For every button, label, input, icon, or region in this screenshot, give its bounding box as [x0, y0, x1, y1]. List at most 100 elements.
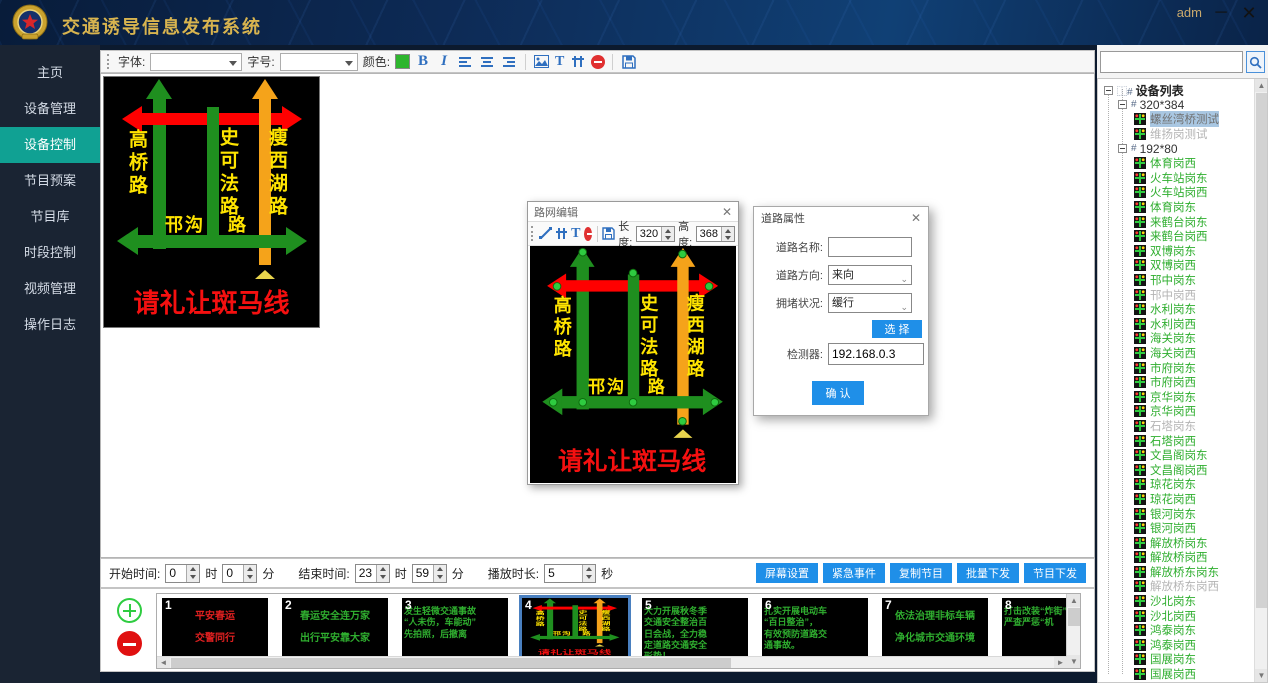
save-network-button[interactable]: [602, 225, 615, 242]
delete-button[interactable]: [591, 55, 605, 69]
spin-down-icon[interactable]: [434, 573, 446, 582]
device-item-双博岗东[interactable]: 双博岗东: [1098, 244, 1254, 259]
spin-down-icon[interactable]: [377, 573, 389, 582]
road-name-input[interactable]: [828, 237, 912, 257]
device-item-来鹤台岗西[interactable]: 来鹤台岗西: [1098, 229, 1254, 244]
device-tree-root[interactable]: ⿰#设备列表: [1098, 83, 1254, 98]
start-hour-spinner[interactable]: 0: [165, 564, 200, 583]
scrollbar-thumb[interactable]: [1068, 608, 1080, 626]
device-item-来鹤台岗东[interactable]: 来鹤台岗东: [1098, 214, 1254, 229]
device-item-石塔岗西[interactable]: 石塔岗西: [1098, 433, 1254, 448]
device-item-体育岗西[interactable]: 体育岗西: [1098, 156, 1254, 171]
sign-preview-panel[interactable]: 高桥路 史可法路 瘦西湖路 邗沟 路 请礼让斑马线: [103, 76, 320, 328]
end-hour-spinner[interactable]: 23: [355, 564, 390, 583]
edit-handle[interactable]: [678, 417, 687, 426]
collapse-icon[interactable]: [1118, 100, 1127, 109]
scroll-down-icon[interactable]: ▼: [1255, 669, 1268, 682]
edit-handle[interactable]: [629, 398, 638, 407]
bold-button[interactable]: B: [415, 53, 431, 70]
edit-handle[interactable]: [553, 282, 562, 291]
device-item-水利岗西[interactable]: 水利岗西: [1098, 317, 1254, 332]
device-item-市府岗东[interactable]: 市府岗东: [1098, 360, 1254, 375]
device-item-解放桥岗西[interactable]: 解放桥岗西: [1098, 550, 1254, 565]
device-search-input[interactable]: [1100, 51, 1243, 73]
spin-down-icon[interactable]: [244, 573, 256, 582]
editor-canvas[interactable]: 高桥路 史可法路 瘦西湖路 邗沟 路 请礼让斑马线: [530, 246, 736, 483]
dialog-title-bar[interactable]: 道路属性 ✕: [754, 207, 928, 229]
road-network-button[interactable]: [569, 53, 586, 70]
device-item-海关岗西[interactable]: 海关岗西: [1098, 346, 1254, 361]
spin-up-icon[interactable]: [662, 227, 674, 234]
scroll-right-icon[interactable]: ►: [1054, 657, 1067, 669]
action-button-复制节目[interactable]: 复制节目: [890, 563, 952, 583]
device-item-水利岗东[interactable]: 水利岗东: [1098, 302, 1254, 317]
select-detector-button[interactable]: 选 择: [872, 320, 922, 338]
spin-down-icon[interactable]: [187, 573, 199, 582]
road-direction-select[interactable]: 来向 ⌄: [828, 265, 912, 285]
device-item-邗中岗西[interactable]: 邗中岗西: [1098, 287, 1254, 302]
close-button[interactable]: ✕: [1238, 2, 1260, 24]
playlist-item-6[interactable]: 6扎实开展电动车“百日整治”，有效预防道路交通事故。: [762, 598, 868, 658]
italic-button[interactable]: I: [436, 53, 452, 70]
duration-spinner[interactable]: 5: [544, 564, 596, 583]
action-button-紧急事件[interactable]: 紧急事件: [823, 563, 885, 583]
spin-up-icon[interactable]: [244, 565, 256, 574]
spin-down-icon[interactable]: [722, 234, 734, 241]
save-button[interactable]: [620, 53, 637, 70]
device-item-解放桥东岗东[interactable]: 解放桥东岗东: [1098, 565, 1254, 580]
playlist-item-2[interactable]: 2春运安全连万家出行平安靠大家: [282, 598, 388, 658]
device-item-海关岗东[interactable]: 海关岗东: [1098, 331, 1254, 346]
device-item-京华岗东[interactable]: 京华岗东: [1098, 389, 1254, 404]
playlist-horizontal-scrollbar[interactable]: ◄ ►: [157, 656, 1067, 668]
sidebar-item-视频管理[interactable]: 视频管理: [0, 271, 100, 307]
device-item-国展岗东[interactable]: 国展岗东: [1098, 652, 1254, 667]
insert-text-button[interactable]: T: [555, 54, 564, 70]
device-item-银河岗东[interactable]: 银河岗东: [1098, 506, 1254, 521]
action-button-节目下发[interactable]: 节目下发: [1024, 563, 1086, 583]
scroll-up-icon[interactable]: ▲: [1255, 79, 1268, 92]
start-minute-spinner[interactable]: 0: [222, 564, 257, 583]
device-item-银河岗西[interactable]: 银河岗西: [1098, 521, 1254, 536]
confirm-button[interactable]: 确 认: [812, 381, 864, 405]
editor-close-icon[interactable]: ✕: [722, 205, 732, 219]
font-select[interactable]: [150, 53, 242, 71]
device-item-火车站岗东[interactable]: 火车站岗东: [1098, 171, 1254, 186]
delete-element-button[interactable]: [584, 227, 592, 241]
draw-road-button[interactable]: [555, 225, 568, 242]
tree-scrollbar[interactable]: ▲ ▼: [1254, 79, 1267, 682]
edit-handle[interactable]: [678, 250, 687, 259]
edit-handle[interactable]: [705, 282, 714, 291]
device-item-火车站岗西[interactable]: 火车站岗西: [1098, 185, 1254, 200]
device-group-320*384[interactable]: #320*384: [1098, 98, 1254, 113]
device-item-京华岗西[interactable]: 京华岗西: [1098, 404, 1254, 419]
spin-up-icon[interactable]: [722, 227, 734, 234]
device-item-鸿泰岗东[interactable]: 鸿泰岗东: [1098, 623, 1254, 638]
toolbar-grip[interactable]: [531, 226, 534, 241]
spin-up-icon[interactable]: [187, 565, 199, 574]
playlist-vertical-scrollbar[interactable]: ▲ ▼: [1066, 594, 1080, 668]
sidebar-item-设备控制[interactable]: 设备控制: [0, 127, 100, 163]
playlist-item-5[interactable]: 5大力开展秋冬季交通安全整治百日会战，全力稳定道路交通安全形势！: [642, 598, 748, 658]
add-text-button[interactable]: T: [571, 226, 580, 242]
device-item-解放桥岗东[interactable]: 解放桥岗东: [1098, 535, 1254, 550]
collapse-icon[interactable]: [1104, 86, 1113, 95]
sidebar-item-操作日志[interactable]: 操作日志: [0, 307, 100, 343]
device-item-螺丝湾桥测试[interactable]: 螺丝湾桥测试: [1098, 112, 1254, 127]
sidebar-item-节目库[interactable]: 节目库: [0, 199, 100, 235]
sidebar-item-主页[interactable]: 主页: [0, 55, 100, 91]
sidebar-item-时段控制[interactable]: 时段控制: [0, 235, 100, 271]
scroll-up-icon[interactable]: ▲: [1067, 594, 1081, 607]
insert-image-button[interactable]: [533, 53, 550, 70]
spin-up-icon[interactable]: [583, 565, 595, 574]
spin-down-icon[interactable]: [583, 573, 595, 582]
device-item-沙北岗西[interactable]: 沙北岗西: [1098, 608, 1254, 623]
device-item-解放桥东岗西[interactable]: 解放桥东岗西: [1098, 579, 1254, 594]
add-program-button[interactable]: [117, 598, 142, 623]
device-item-文昌阁岗西[interactable]: 文昌阁岗西: [1098, 462, 1254, 477]
device-group-192*80[interactable]: #192*80: [1098, 141, 1254, 156]
edit-handle[interactable]: [578, 248, 587, 257]
align-left-button[interactable]: [457, 53, 474, 70]
edit-handle[interactable]: [629, 269, 638, 278]
scrollbar-thumb[interactable]: [171, 658, 731, 668]
scroll-left-icon[interactable]: ◄: [157, 657, 170, 669]
